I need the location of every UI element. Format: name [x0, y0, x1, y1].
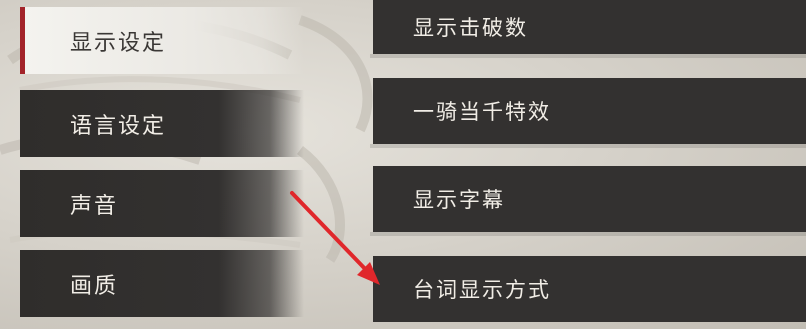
left-menu-item-label: 声音: [70, 193, 119, 219]
left-menu-item-sound[interactable]: 声音: [20, 170, 304, 237]
option-show-subtitles[interactable]: 显示字幕: [373, 166, 806, 232]
option-musou-effect[interactable]: 一骑当千特效: [373, 78, 806, 144]
left-menu-item-label: 显示设定: [70, 30, 167, 56]
left-menu-item-display-settings[interactable]: 显示设定: [20, 7, 304, 74]
divider: [370, 144, 806, 148]
option-label: 一骑当千特效: [413, 100, 551, 124]
left-menu-item-language-settings[interactable]: 语言设定: [20, 90, 304, 157]
left-menu-item-label: 语言设定: [70, 113, 167, 139]
divider: [370, 232, 806, 236]
left-menu-item-graphics[interactable]: 画质: [20, 250, 304, 317]
option-label: 显示字幕: [413, 188, 505, 212]
option-show-kill-count[interactable]: 显示击破数: [373, 0, 806, 54]
divider: [370, 54, 806, 58]
option-label: 显示击破数: [413, 16, 528, 40]
option-dialogue-display-mode[interactable]: 台词显示方式: [373, 256, 806, 322]
left-menu-item-label: 画质: [70, 273, 119, 299]
option-label: 台词显示方式: [413, 278, 551, 302]
